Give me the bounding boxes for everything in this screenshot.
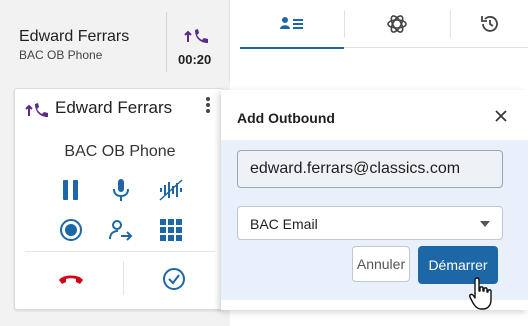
pause-icon [63,180,78,200]
noise-filter-button[interactable] [157,176,185,204]
openai-icon [387,15,407,33]
call-card-contact-name: Edward Ferrars [55,98,173,117]
outbound-call-icon [25,103,48,117]
tab-bar [240,0,528,49]
actions-divider [123,261,124,295]
call-control-card: Edward Ferrars BAC OB Phone [14,88,224,310]
call-card-queue: BAC OB Phone [64,143,176,160]
chevron-down-icon [480,221,490,227]
call-header-contact-name: Edward Ferrars [19,28,130,45]
microphone-icon [113,179,129,201]
complete-call-button[interactable] [160,265,188,293]
audio-wave-icon [159,179,183,201]
hold-button[interactable] [57,176,85,204]
tab-contacts[interactable] [240,0,344,49]
close-icon[interactable] [493,108,509,124]
transfer-button[interactable] [107,216,135,244]
cancel-button[interactable]: Annuler [352,246,410,282]
call-timer: 00:20 [178,52,212,67]
email-field[interactable] [237,150,503,188]
hang-up-icon [59,275,83,284]
call-header-divider [166,12,167,72]
record-icon [60,219,82,241]
tab-ai[interactable] [345,0,449,48]
dialpad-icon [160,219,182,241]
tab-history[interactable] [451,0,528,48]
controls-divider [25,251,215,252]
dialog-title: Add Outbound [237,110,335,126]
mute-button[interactable] [107,176,135,204]
channel-select[interactable]: BAC Email [237,206,503,240]
hand-cursor-icon [469,277,492,310]
call-header-queue: BAC OB Phone [19,48,103,62]
record-button[interactable] [57,216,85,244]
active-tab-indicator [240,47,344,49]
history-icon [480,16,498,32]
outbound-call-icon [184,29,208,43]
transfer-user-icon [109,220,133,241]
check-circle-icon [163,268,185,290]
more-vertical-icon[interactable] [203,95,213,115]
channel-select-value: BAC Email [250,216,318,232]
hang-up-button[interactable] [57,265,85,293]
dialpad-button[interactable] [157,216,185,244]
active-call-header[interactable]: Edward Ferrars BAC OB Phone 00:20 [0,0,230,82]
contact-list-icon [280,17,303,29]
